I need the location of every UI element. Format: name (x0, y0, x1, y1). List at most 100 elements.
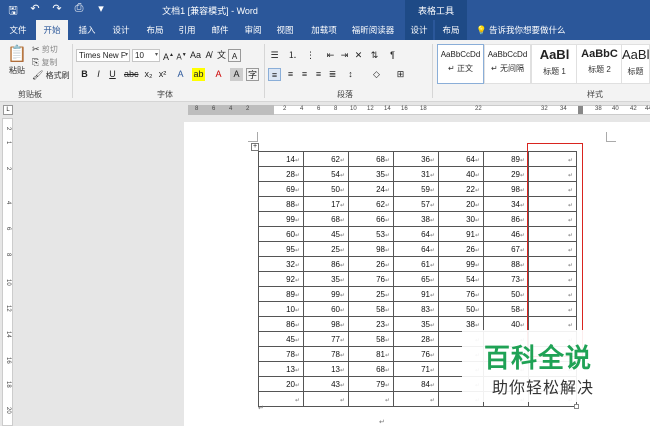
table-cell[interactable]: 36↵ (393, 151, 439, 167)
table-cell[interactable]: ↵ (528, 196, 577, 212)
enclosed-char-icon[interactable]: 字 (246, 68, 259, 81)
table-cell[interactable]: 60↵ (258, 226, 304, 242)
style-title[interactable]: AaBl 标题 (621, 44, 650, 84)
table-cell[interactable]: ↵ (528, 226, 577, 242)
tab-home[interactable]: 开始 (36, 20, 68, 40)
italic-icon[interactable]: I (92, 68, 105, 81)
char-border-icon[interactable]: A (228, 49, 241, 62)
table-cell[interactable]: 24↵ (348, 181, 394, 197)
table-cell[interactable]: ↵ (528, 211, 577, 227)
align-right-icon[interactable]: ≡ (298, 68, 311, 81)
style-heading-1[interactable]: AaBl 标题 1 (531, 44, 578, 84)
table-cell[interactable]: ↵ (528, 241, 577, 257)
table-cell[interactable]: 62↵ (348, 196, 394, 212)
table-cell[interactable]: 78↵ (303, 346, 349, 362)
sort-icon[interactable]: ⇅ (368, 49, 381, 62)
table-cell[interactable]: 40↵ (438, 166, 484, 182)
table-cell[interactable]: 77↵ (303, 331, 349, 347)
table-cell[interactable]: 50↵ (483, 286, 529, 302)
table-cell[interactable]: 13↵ (303, 361, 349, 377)
tab-table-layout[interactable]: 布局 (435, 20, 467, 40)
tab-addins[interactable]: 加载项 (306, 20, 342, 40)
table-cell[interactable]: 86↵ (258, 316, 304, 332)
table-cell[interactable]: 86↵ (303, 256, 349, 272)
table-cell[interactable]: ↵ (528, 166, 577, 182)
grow-font-icon[interactable]: A▲ (162, 49, 175, 62)
table-cell[interactable]: 43↵ (303, 376, 349, 392)
table-cell[interactable]: 58↵ (348, 301, 394, 317)
table-cell[interactable]: 67↵ (483, 241, 529, 257)
borders-icon[interactable]: ⊞ (394, 68, 407, 81)
table-cell[interactable]: ↵ (528, 271, 577, 287)
tab-foxit-reader[interactable]: 福昕阅读器 (348, 20, 398, 40)
shrink-font-icon[interactable]: A▼ (175, 49, 188, 62)
table-cell[interactable]: 89↵ (258, 286, 304, 302)
table-cell[interactable]: 54↵ (303, 166, 349, 182)
tab-mailings[interactable]: 邮件 (205, 20, 235, 40)
table-cell[interactable]: 38↵ (393, 211, 439, 227)
table-cell[interactable]: 30↵ (438, 211, 484, 227)
table-cell[interactable]: 58↵ (483, 301, 529, 317)
table-cell[interactable]: 95↵ (258, 241, 304, 257)
tab-table-design[interactable]: 设计 (405, 20, 433, 40)
style-heading-2[interactable]: AaBbC 标题 2 (576, 44, 623, 84)
table-cell[interactable]: 31↵ (393, 166, 439, 182)
horizontal-ruler[interactable]: L 86422468101214161822323438404244 (0, 103, 650, 117)
highlight-icon[interactable]: ab (192, 68, 205, 81)
tab-review[interactable]: 审阅 (238, 20, 268, 40)
table-cell[interactable]: 22↵ (438, 181, 484, 197)
tab-selector-icon[interactable]: L (3, 105, 13, 115)
table-cell[interactable]: 25↵ (348, 286, 394, 302)
font-color-icon[interactable]: A (212, 68, 225, 81)
table-cell[interactable]: 17↵ (303, 196, 349, 212)
table-cell[interactable]: 91↵ (438, 226, 484, 242)
change-case-icon[interactable]: Aa (189, 49, 202, 62)
table-cell[interactable]: 26↵ (348, 256, 394, 272)
table-cell[interactable]: 64↵ (438, 151, 484, 167)
table-cell[interactable]: 54↵ (438, 271, 484, 287)
table-cell[interactable]: 34↵ (483, 196, 529, 212)
copy-button[interactable]: ⎘ 复制 (32, 57, 57, 68)
table-cell[interactable]: 76↵ (348, 271, 394, 287)
table-cell[interactable]: ↵ (528, 286, 577, 302)
table-cell[interactable]: 76↵ (393, 346, 439, 362)
table-cell[interactable]: 89↵ (483, 151, 529, 167)
table-cell[interactable]: ↵ (303, 391, 349, 407)
char-shading-icon[interactable]: A (230, 68, 243, 81)
text-effects-icon[interactable]: A (174, 68, 187, 81)
table-cell[interactable]: ↵ (258, 391, 304, 407)
table-cell[interactable]: 58↵ (348, 331, 394, 347)
table-cell[interactable]: 45↵ (303, 226, 349, 242)
table-cell[interactable]: 65↵ (393, 271, 439, 287)
table-cell[interactable]: 59↵ (393, 181, 439, 197)
table-cell[interactable]: 86↵ (483, 211, 529, 227)
table-move-handle-icon[interactable]: + (251, 143, 259, 151)
align-center-icon[interactable]: ≡ (284, 68, 297, 81)
font-name-combo[interactable]: Times New F ▾ (76, 49, 130, 62)
underline-icon[interactable]: U (106, 68, 119, 81)
table-cell[interactable]: ↵ (528, 301, 577, 317)
tab-layout[interactable]: 布局 (140, 20, 170, 40)
table-cell[interactable]: 13↵ (258, 361, 304, 377)
table-cell[interactable]: 46↵ (483, 226, 529, 242)
table-cell[interactable]: 28↵ (258, 166, 304, 182)
bullets-icon[interactable]: ☰ (268, 49, 281, 62)
table-cell[interactable]: 68↵ (303, 211, 349, 227)
table-cell[interactable]: 79↵ (348, 376, 394, 392)
distributed-icon[interactable]: ≣ (326, 68, 339, 81)
align-left-icon[interactable]: ≡ (268, 68, 281, 81)
table-cell[interactable]: 64↵ (393, 226, 439, 242)
table-cell[interactable]: 26↵ (438, 241, 484, 257)
table-cell[interactable]: 50↵ (303, 181, 349, 197)
table-cell[interactable]: 28↵ (393, 331, 439, 347)
table-cell[interactable]: 23↵ (348, 316, 394, 332)
table-cell[interactable]: 76↵ (438, 286, 484, 302)
table-cell[interactable]: 61↵ (393, 256, 439, 272)
table-cell[interactable]: ↵ (348, 391, 394, 407)
table-cell[interactable]: 78↵ (258, 346, 304, 362)
table-cell[interactable]: 35↵ (393, 316, 439, 332)
table-resize-handle[interactable] (574, 404, 579, 409)
table-cell[interactable]: 88↵ (258, 196, 304, 212)
format-painter-button[interactable]: 🖌 格式刷 (32, 70, 70, 81)
column-marker[interactable] (578, 106, 583, 114)
